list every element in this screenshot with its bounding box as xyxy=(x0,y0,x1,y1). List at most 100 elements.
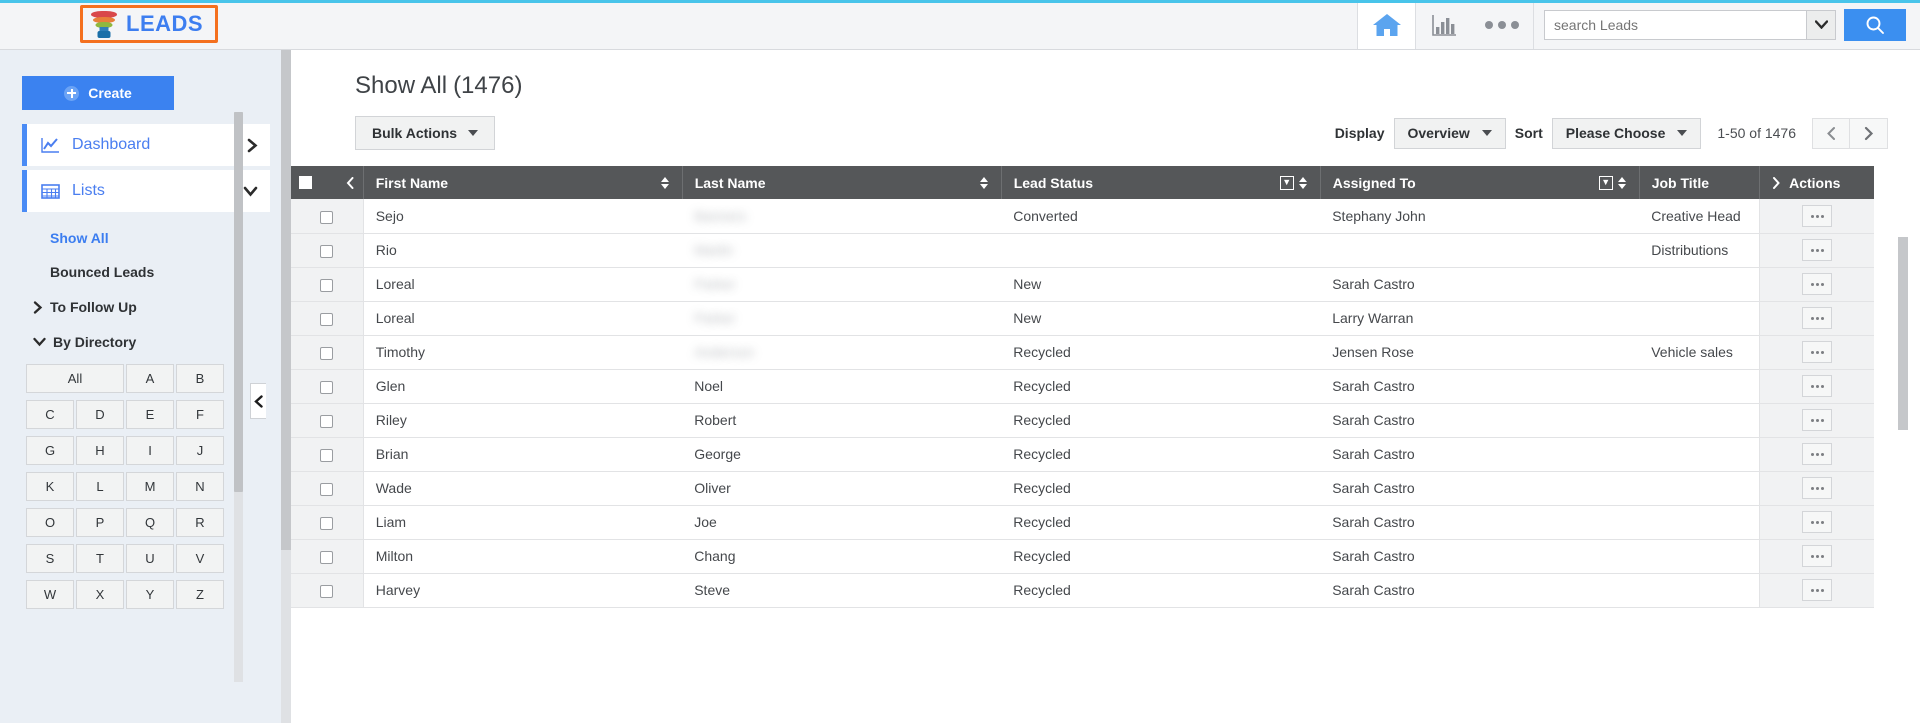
column-header-lead-status[interactable]: Lead Status ▼ xyxy=(1001,166,1321,199)
chevron-left-icon[interactable] xyxy=(346,176,355,189)
sidebar-scrollbar-track[interactable] xyxy=(234,112,243,682)
directory-letter-l[interactable]: L xyxy=(76,472,124,501)
chevron-right-icon[interactable] xyxy=(1772,176,1781,189)
row-checkbox[interactable] xyxy=(320,448,334,462)
table-row[interactable]: Liam Joe Recycled Sarah Castro xyxy=(291,505,1874,540)
row-actions-button[interactable] xyxy=(1802,409,1833,432)
row-checkbox[interactable] xyxy=(320,312,334,326)
directory-letter-f[interactable]: F xyxy=(176,400,224,429)
column-header-assigned-to[interactable]: Assigned To ▼ xyxy=(1320,166,1640,199)
search-input[interactable] xyxy=(1544,9,1806,40)
sidebar-group-to-follow-up[interactable]: To Follow Up xyxy=(33,299,290,315)
directory-letter-k[interactable]: K xyxy=(26,472,74,501)
row-checkbox[interactable] xyxy=(320,482,334,496)
directory-letter-g[interactable]: G xyxy=(26,436,74,465)
more-options-button[interactable] xyxy=(1471,0,1533,49)
column-header-job-title[interactable]: Job Title xyxy=(1639,166,1761,199)
row-checkbox[interactable] xyxy=(320,346,334,360)
directory-letter-q[interactable]: Q xyxy=(126,508,174,537)
select-all-checkbox[interactable] xyxy=(299,176,312,189)
home-button[interactable] xyxy=(1357,0,1415,49)
table-row[interactable]: Brian George Recycled Sarah Castro xyxy=(291,437,1874,472)
row-actions-button[interactable] xyxy=(1802,375,1833,398)
row-checkbox[interactable] xyxy=(320,550,334,564)
sort-icon[interactable] xyxy=(979,176,989,190)
bulk-actions-button[interactable]: Bulk Actions xyxy=(355,116,496,150)
table-row[interactable]: Harvey Steve Recycled Sarah Castro xyxy=(291,573,1874,608)
main-scrollbar-thumb[interactable] xyxy=(281,50,291,550)
directory-letter-o[interactable]: O xyxy=(26,508,74,537)
directory-letter-x[interactable]: X xyxy=(76,580,124,609)
create-button[interactable]: Create xyxy=(22,76,174,110)
table-row[interactable]: Glen Noel Recycled Sarah Castro xyxy=(291,369,1874,404)
sort-icon[interactable] xyxy=(1298,176,1308,190)
row-actions-button[interactable] xyxy=(1802,443,1833,466)
directory-letter-w[interactable]: W xyxy=(26,580,74,609)
sidebar-scrollbar-thumb[interactable] xyxy=(234,112,243,492)
directory-letter-s[interactable]: S xyxy=(26,544,74,573)
row-actions-button[interactable] xyxy=(1802,307,1833,330)
row-actions-button[interactable] xyxy=(1802,341,1833,364)
table-row[interactable]: Rio Martin Distributions xyxy=(291,233,1874,268)
sidebar-item-bounced-leads[interactable]: Bounced Leads xyxy=(50,264,290,280)
filter-icon[interactable]: ▼ xyxy=(1279,175,1294,190)
row-checkbox[interactable] xyxy=(320,210,334,224)
column-header-first-name[interactable]: First Name xyxy=(363,166,683,199)
next-page-button[interactable] xyxy=(1850,117,1888,149)
directory-letter-u[interactable]: U xyxy=(126,544,174,573)
directory-letter-i[interactable]: I xyxy=(126,436,174,465)
table-row[interactable]: Sejo Banners Converted Stephany John Creativ… xyxy=(291,199,1874,234)
row-actions-button[interactable] xyxy=(1802,205,1833,227)
table-scrollbar-thumb[interactable] xyxy=(1898,237,1908,430)
row-checkbox[interactable] xyxy=(320,244,334,258)
directory-letter-t[interactable]: T xyxy=(76,544,124,573)
column-header-last-name[interactable]: Last Name xyxy=(682,166,1002,199)
directory-letter-d[interactable]: D xyxy=(76,400,124,429)
row-actions-button[interactable] xyxy=(1802,579,1833,602)
row-actions-button[interactable] xyxy=(1802,273,1833,296)
sidebar-collapse-handle[interactable] xyxy=(250,383,266,419)
table-scrollbar-track[interactable] xyxy=(1898,237,1908,723)
directory-letter-b[interactable]: B xyxy=(176,364,224,393)
directory-letter-p[interactable]: P xyxy=(76,508,124,537)
row-checkbox[interactable] xyxy=(320,414,334,428)
directory-letter-r[interactable]: R xyxy=(176,508,224,537)
reports-button[interactable] xyxy=(1415,0,1471,49)
row-actions-button[interactable] xyxy=(1802,477,1833,500)
table-row[interactable]: Wade Oliver Recycled Sarah Castro xyxy=(291,471,1874,506)
table-row[interactable]: Riley Robert Recycled Sarah Castro xyxy=(291,403,1874,438)
table-row[interactable]: Loreal Parker New Larry Warran xyxy=(291,301,1874,336)
sort-icon[interactable] xyxy=(1617,176,1627,190)
table-row[interactable]: Timothy Anderson Recycled Jensen Rose Vehicl… xyxy=(291,335,1874,370)
directory-letter-c[interactable]: C xyxy=(26,400,74,429)
row-checkbox[interactable] xyxy=(320,278,334,292)
row-actions-button[interactable] xyxy=(1802,545,1833,568)
sidebar-item-lists[interactable]: Lists xyxy=(22,170,270,212)
row-actions-button[interactable] xyxy=(1802,239,1833,262)
filter-icon[interactable]: ▼ xyxy=(1598,175,1613,190)
sidebar-item-show-all[interactable]: Show All xyxy=(50,230,290,246)
table-row[interactable]: Milton Chang Recycled Sarah Castro xyxy=(291,539,1874,574)
directory-letter-j[interactable]: J xyxy=(176,436,224,465)
search-scope-dropdown[interactable] xyxy=(1806,9,1836,40)
sidebar-group-by-directory[interactable]: By Directory xyxy=(33,334,290,350)
directory-letter-z[interactable]: Z xyxy=(176,580,224,609)
brand-logo[interactable]: LEADS xyxy=(80,5,219,43)
display-select[interactable]: Overview xyxy=(1393,117,1506,149)
sort-icon[interactable] xyxy=(660,176,670,190)
prev-page-button[interactable] xyxy=(1812,117,1850,149)
directory-letter-e[interactable]: E xyxy=(126,400,174,429)
directory-letter-n[interactable]: N xyxy=(176,472,224,501)
row-actions-button[interactable] xyxy=(1802,511,1833,534)
directory-letter-v[interactable]: V xyxy=(176,544,224,573)
directory-letter-y[interactable]: Y xyxy=(126,580,174,609)
row-checkbox[interactable] xyxy=(320,380,334,394)
main-scrollbar-track[interactable] xyxy=(281,50,291,723)
table-row[interactable]: Loreal Parker New Sarah Castro xyxy=(291,267,1874,302)
sidebar-item-dashboard[interactable]: Dashboard xyxy=(22,124,270,166)
directory-letter-all[interactable]: All xyxy=(26,364,124,393)
row-checkbox[interactable] xyxy=(320,584,334,598)
directory-letter-a[interactable]: A xyxy=(126,364,174,393)
directory-letter-h[interactable]: H xyxy=(76,436,124,465)
sort-select[interactable]: Please Choose xyxy=(1551,117,1702,149)
